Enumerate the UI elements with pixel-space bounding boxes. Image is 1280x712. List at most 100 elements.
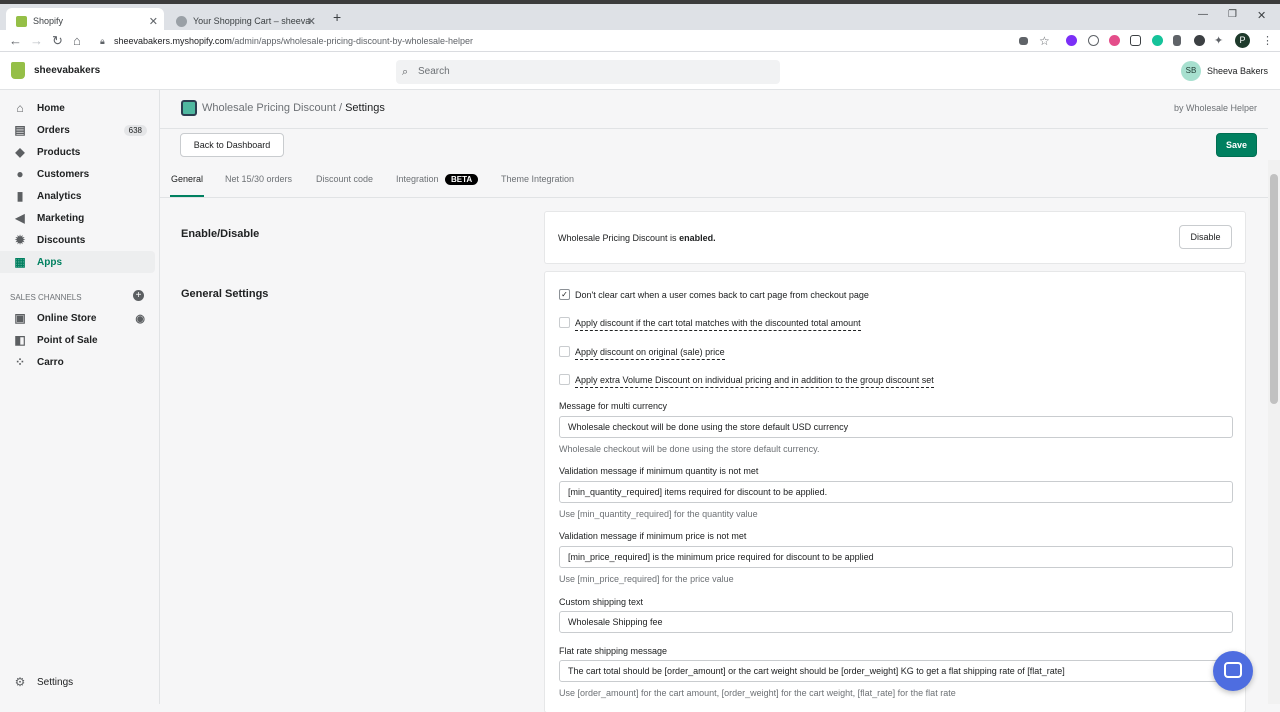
field-help: Use [min_quantity_required] for the quan… (559, 509, 758, 519)
app-logo-icon (181, 100, 197, 116)
search-input[interactable]: ⌕ Search (396, 60, 780, 84)
field-label: Custom shipping text (559, 597, 644, 607)
tab-net-orders[interactable]: Net 15/30 orders (225, 174, 292, 184)
page-title: Settings (345, 102, 385, 114)
checkbox-original-price[interactable] (559, 346, 570, 357)
field-label: Message for multi currency (559, 401, 668, 411)
carro-icon: ⁘ (14, 355, 26, 369)
extension-icon[interactable] (1173, 35, 1181, 46)
grammarly-icon[interactable] (1152, 35, 1163, 46)
megaphone-icon: ◀ (15, 211, 25, 225)
new-tab-icon[interactable]: + (333, 9, 341, 25)
back-to-dashboard-button[interactable]: Back to Dashboard (180, 133, 284, 157)
restore-icon[interactable]: ❐ (1228, 9, 1237, 20)
shopify-favicon-icon (16, 15, 27, 27)
user-name[interactable]: Sheeva Bakers (1207, 66, 1268, 76)
store-name[interactable]: sheevabakers (34, 65, 100, 76)
save-button[interactable]: Save (1216, 133, 1257, 157)
discount-icon: ✹ (14, 233, 26, 247)
back-arrow-icon[interactable]: ← (9, 33, 22, 49)
field-label: Flat rate shipping message (559, 646, 668, 656)
bar-chart-icon: ▮ (16, 189, 24, 203)
main-content: Wholesale Pricing Discount / Settings by… (160, 90, 1268, 712)
checkbox-label: Apply discount if the cart total matches… (575, 318, 861, 331)
profile-avatar[interactable]: P (1235, 33, 1250, 48)
extension-icon[interactable] (1194, 35, 1205, 46)
field-label: Validation message if minimum quantity i… (559, 466, 759, 476)
enable-status-text: Wholesale Pricing Discount is enabled. (558, 233, 716, 243)
sidebar-item-point-of-sale[interactable]: ◧ Point of Sale (0, 329, 155, 351)
tab-general[interactable]: General (171, 174, 203, 184)
close-tab-icon[interactable]: ✕ (307, 15, 316, 28)
multi-currency-input[interactable]: Wholesale checkout will be done using th… (559, 416, 1233, 438)
page-scrollbar[interactable] (1268, 160, 1280, 704)
min-quantity-message-input[interactable]: [min_quantity_required] items required f… (559, 481, 1233, 503)
close-window-icon[interactable]: ✕ (1257, 9, 1266, 22)
shopify-logo-icon (11, 62, 25, 79)
field-help: Use [order_amount] for the cart amount, … (559, 688, 956, 698)
checkbox-label: Apply discount on original (sale) price (575, 347, 725, 360)
tab-discount-code[interactable]: Discount code (316, 174, 373, 184)
general-settings-card: ✓ Don't clear cart when a user comes bac… (545, 272, 1245, 712)
field-help: Wholesale checkout will be done using th… (559, 444, 820, 454)
sidebar-item-online-store[interactable]: ▣ Online Store ◉ (0, 307, 155, 329)
tabs-divider (160, 197, 1268, 198)
extension-icon[interactable] (1109, 35, 1120, 46)
sidebar-item-orders[interactable]: ▤ Orders 638 (0, 119, 155, 141)
home-browser-icon[interactable]: ⌂ (73, 33, 81, 49)
beta-badge: BETA (445, 174, 479, 185)
browser-menu-icon[interactable]: ⋮ (1262, 33, 1273, 49)
custom-shipping-input[interactable]: Wholesale Shipping fee (559, 611, 1233, 633)
lock-icon: 🔒︎ (100, 36, 105, 46)
puzzle-extensions-icon[interactable]: ✦ (1214, 33, 1223, 49)
add-channel-icon[interactable]: + (133, 290, 144, 301)
apps-icon: ▦ (14, 255, 26, 269)
search-icon: ⌕ (402, 66, 409, 78)
sidebar-item-carro[interactable]: ⁘ Carro (0, 351, 155, 373)
scrollbar-thumb[interactable] (1270, 174, 1278, 404)
person-icon: ● (16, 167, 24, 181)
extension-icon[interactable] (1066, 35, 1077, 46)
forward-arrow-icon[interactable]: → (30, 33, 43, 49)
tag-icon: ◆ (15, 145, 25, 159)
sidebar-item-discounts[interactable]: ✹ Discounts (0, 229, 155, 251)
sidebar-item-products[interactable]: ◆ Products (0, 141, 155, 163)
store-icon: ▣ (14, 311, 26, 325)
camera-icon[interactable] (1019, 37, 1028, 45)
divider (160, 128, 1268, 129)
enable-disable-heading: Enable/Disable (181, 228, 260, 240)
eye-icon[interactable]: ◉ (135, 312, 145, 325)
pos-icon: ◧ (14, 333, 26, 347)
checkbox-extra-volume[interactable] (559, 374, 570, 385)
home-icon: ⌂ (16, 101, 24, 115)
sidebar-item-apps[interactable]: ▦ Apps (0, 251, 155, 273)
extension-icon[interactable] (1130, 35, 1141, 46)
sidebar-item-customers[interactable]: ● Customers (0, 163, 155, 185)
sidebar-item-analytics[interactable]: ▮ Analytics (0, 185, 155, 207)
checkbox-apply-discount-total[interactable] (559, 317, 570, 328)
flat-rate-message-input[interactable]: The cart total should be [order_amount] … (559, 660, 1233, 682)
address-bar-row: ← → ↻ ⌂ 🔒︎ sheevabakers.myshopify.com/ad… (0, 30, 1280, 52)
tab-integration[interactable]: Integration (396, 174, 439, 184)
tab-theme-integration[interactable]: Theme Integration (501, 174, 574, 184)
user-avatar[interactable]: SB (1181, 61, 1201, 81)
close-tab-icon[interactable]: ✕ (149, 15, 158, 28)
breadcrumb-app-link[interactable]: Wholesale Pricing Discount (202, 102, 336, 114)
bookmark-star-icon[interactable]: ☆ (1039, 33, 1050, 49)
checkbox-label: Apply extra Volume Discount on individua… (575, 375, 934, 388)
sales-channels-heading: SALES CHANNELS (10, 293, 82, 302)
general-settings-heading: General Settings (181, 288, 269, 300)
checkbox-dont-clear-cart[interactable]: ✓ (559, 289, 570, 300)
disable-button[interactable]: Disable (1179, 225, 1232, 249)
min-price-message-input[interactable]: [min_price_required] is the minimum pric… (559, 546, 1233, 568)
field-help: Use [min_price_required] for the price v… (559, 574, 734, 584)
sidebar-item-settings[interactable]: ⚙ Settings (0, 671, 155, 693)
url-field[interactable]: 🔒︎ sheevabakers.myshopify.com/admin/apps… (98, 32, 1018, 50)
sidebar-item-marketing[interactable]: ◀ Marketing (0, 207, 155, 229)
minimize-icon[interactable]: — (1198, 9, 1208, 20)
browser-tab-strip: Shopify ✕ Your Shopping Cart – sheevabak… (0, 0, 1280, 34)
reload-icon[interactable]: ↻ (52, 33, 63, 49)
chat-launcher-button[interactable] (1213, 651, 1253, 691)
extension-icon[interactable] (1088, 35, 1099, 46)
sidebar-item-home[interactable]: ⌂ Home (0, 97, 155, 119)
